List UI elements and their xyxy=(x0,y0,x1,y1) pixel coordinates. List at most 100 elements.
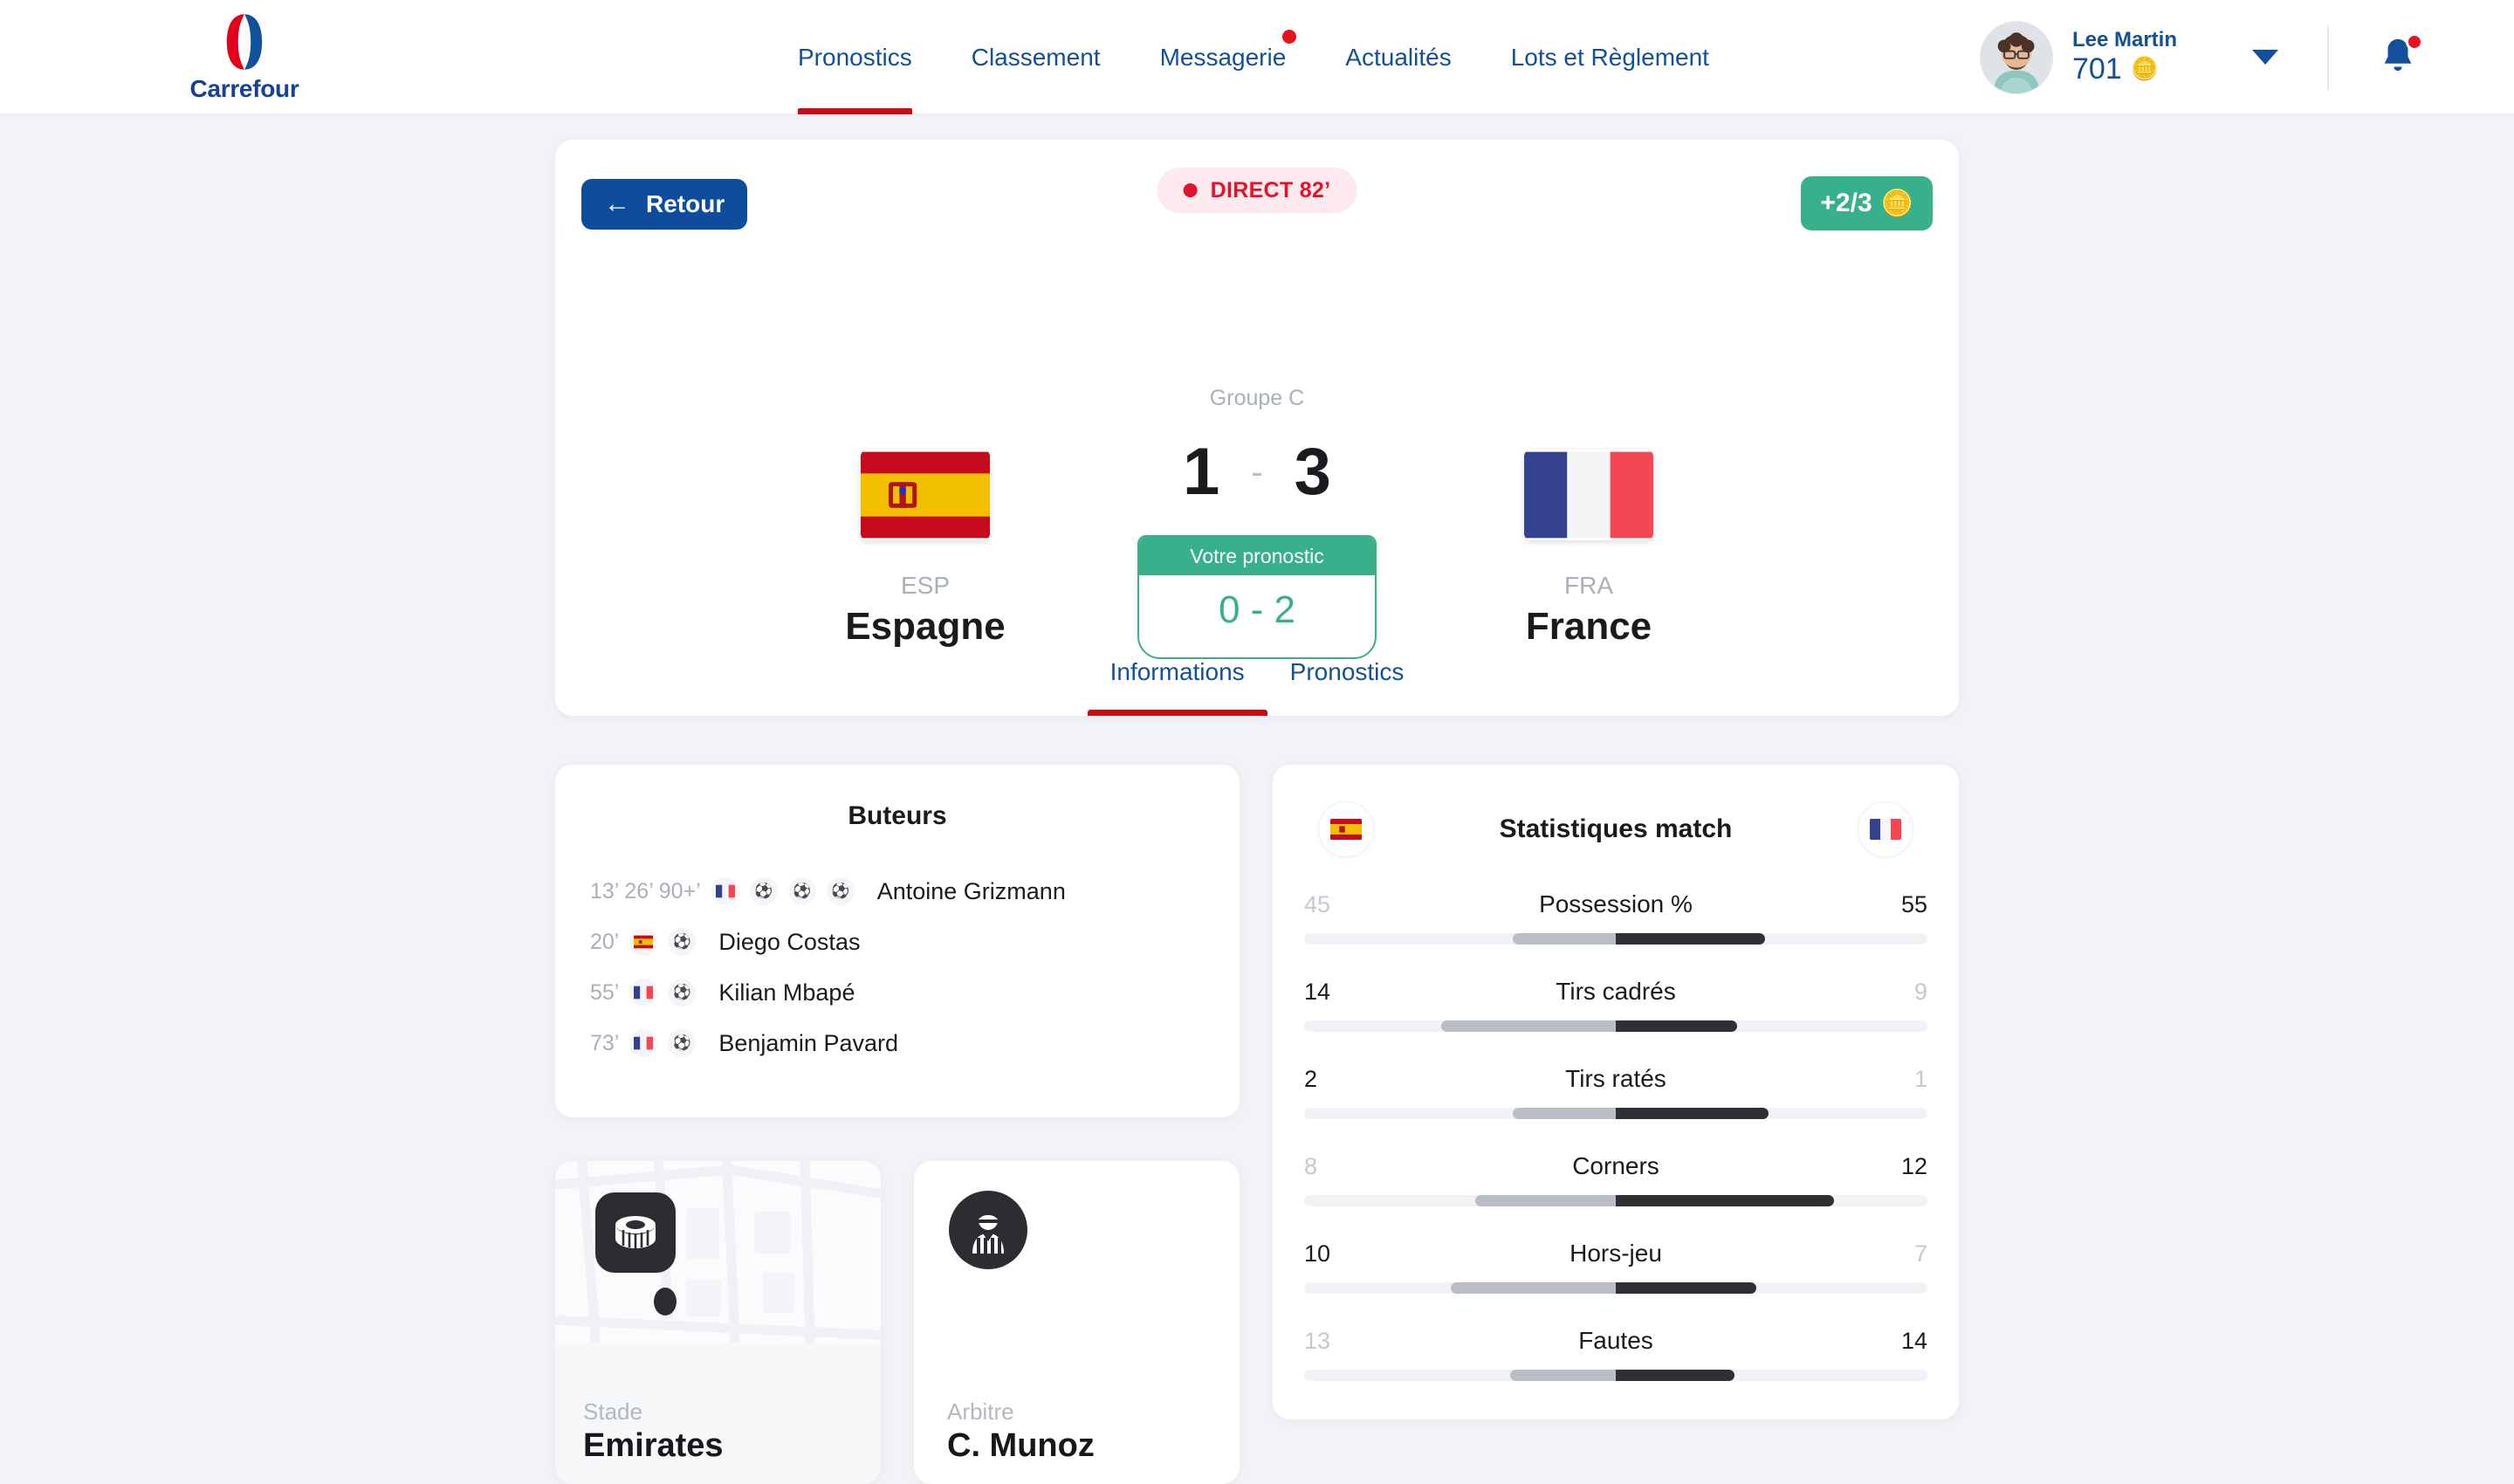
stat-bar-home xyxy=(1441,1020,1616,1032)
referee-name: C. Munoz xyxy=(947,1427,1095,1464)
teams-row: ESP Espagne 1 - 3 Votre pronostic 0 - 2 xyxy=(555,439,1959,659)
referee-text: Arbitre C. Munoz xyxy=(947,1398,1095,1465)
stat-bar xyxy=(1304,1370,1927,1381)
spain-flag-icon xyxy=(861,450,990,540)
list-item: 20’ ⚽ Diego Costas xyxy=(555,917,1240,967)
score-separator: - xyxy=(1251,452,1263,491)
reward-badge-label: +2/3 xyxy=(1820,189,1872,217)
home-team: ESP Espagne xyxy=(725,450,1126,649)
nav-label: Actualités xyxy=(1345,43,1452,71)
stat-away-value: 55 xyxy=(1900,891,1927,917)
avatar xyxy=(1979,20,2053,94)
score-column: 1 - 3 Votre pronostic 0 - 2 xyxy=(1126,439,1388,659)
stats-title: Statistiques match xyxy=(1499,814,1733,843)
carrefour-logo[interactable]: Carrefour xyxy=(175,10,314,103)
away-team-code: FRA xyxy=(1564,572,1613,599)
goal-ball-icon: ⚽ xyxy=(668,928,697,956)
carrefour-wordmark: Carrefour xyxy=(189,75,299,102)
stat-bar-away xyxy=(1616,1108,1769,1119)
stat-row: 45 Possession % 55 xyxy=(1304,890,1927,945)
scorers-title: Buteurs xyxy=(848,801,947,830)
stat-label: Tirs cadrés xyxy=(1556,978,1676,1005)
stat-bar xyxy=(1304,1282,1927,1294)
right-column: Statistiques match 45 Possession % 55 14… xyxy=(1273,765,1959,1419)
reward-badge[interactable]: +2/3 🪙 xyxy=(1801,176,1933,230)
stat-row: 13 Fautes 14 xyxy=(1304,1327,1927,1381)
nav-label: Pronostics xyxy=(798,43,912,71)
stat-bar xyxy=(1304,933,1927,945)
score-row: 1 - 3 xyxy=(1183,439,1331,505)
stat-label: Corners xyxy=(1572,1152,1659,1179)
stat-bar xyxy=(1304,1108,1927,1119)
nav-item-pronostics[interactable]: Pronostics xyxy=(768,0,942,114)
top-header: Carrefour Pronostics Classement Messager… xyxy=(0,0,2514,114)
stat-bar-home xyxy=(1450,1282,1616,1294)
nav-item-lots-et-reglement[interactable]: Lots et Règlement xyxy=(1481,0,1739,114)
france-flag-icon xyxy=(1524,450,1653,540)
stat-away-value: 9 xyxy=(1913,979,1927,1005)
scorer-name: Benjamin Pavard xyxy=(718,1029,898,1056)
scorer-minutes: 13’ 26’ 90+’ xyxy=(590,878,701,903)
stat-home-value: 13 xyxy=(1304,1328,1331,1354)
nav-label: Messagerie xyxy=(1159,43,1287,71)
stat-home-value: 8 xyxy=(1304,1153,1318,1179)
referee-label: Arbitre xyxy=(947,1398,1014,1425)
user-points-value: 701 xyxy=(2071,52,2122,86)
info-cards-row: Stade Emirates Arbitre C. Munoz xyxy=(555,1161,1240,1484)
spain-flag-icon xyxy=(629,928,658,956)
left-column: Buteurs 13’ 26’ 90+’ ⚽ ⚽ ⚽ Antoine Grizm… xyxy=(555,765,1240,1484)
france-flag-icon xyxy=(629,979,658,1007)
match-header-card: ← Retour DIRECT 82’ Groupe C +2/3 🪙 ESP … xyxy=(555,140,1959,716)
user-menu[interactable]: Lee Martin 701 🪙 xyxy=(1979,20,2177,94)
stat-row: 8 Corners 12 xyxy=(1304,1152,1927,1206)
user-area: Lee Martin 701 🪙 xyxy=(1979,0,2423,114)
list-item: 55’ ⚽ Kilian Mbapé xyxy=(555,967,1240,1018)
referee-card[interactable]: Arbitre C. Munoz xyxy=(914,1161,1240,1484)
goal-ball-icon: ⚽ xyxy=(749,877,778,905)
home-team-code: ESP xyxy=(900,572,951,599)
france-flag-icon xyxy=(1858,801,1913,857)
venue-card[interactable]: Stade Emirates xyxy=(555,1161,881,1484)
user-info: Lee Martin 701 🪙 xyxy=(2071,28,2177,86)
goal-ball-icon: ⚽ xyxy=(826,877,855,905)
scorer-minutes: 73’ xyxy=(590,1030,620,1055)
nav-item-classement[interactable]: Classement xyxy=(942,0,1130,114)
nav-label: Classement xyxy=(971,43,1101,71)
venue-text: Stade Emirates xyxy=(583,1398,724,1465)
back-button-label: Retour xyxy=(646,190,725,217)
stat-label: Hors-jeu xyxy=(1570,1240,1662,1267)
chevron-down-icon[interactable] xyxy=(2252,50,2278,65)
user-name: Lee Martin xyxy=(2071,28,2177,52)
list-item: 73’ ⚽ Benjamin Pavard xyxy=(555,1018,1240,1068)
goal-ball-icon: ⚽ xyxy=(787,877,816,905)
scorer-minutes: 55’ xyxy=(590,979,620,1005)
home-score: 1 xyxy=(1183,435,1220,509)
arrow-left-icon: ← xyxy=(604,189,630,218)
venue-label: Stade xyxy=(583,1398,642,1425)
nav-item-messagerie[interactable]: Messagerie xyxy=(1130,0,1316,114)
tab-label: Pronostics xyxy=(1289,658,1405,685)
nav-item-actualites[interactable]: Actualités xyxy=(1315,0,1480,114)
stat-row: 2 Tirs ratés 1 xyxy=(1304,1065,1927,1119)
stats-header: Statistiques match xyxy=(1304,801,1927,857)
tab-pronostics[interactable]: Pronostics xyxy=(1267,629,1427,716)
away-team: FRA France xyxy=(1388,450,1789,649)
coins-icon: 🪙 xyxy=(1880,189,1913,218)
avatar-photo-icon xyxy=(1980,21,2052,93)
live-dot-icon xyxy=(1183,183,1198,197)
stat-home-value: 14 xyxy=(1304,979,1331,1005)
stat-home-value: 10 xyxy=(1304,1240,1331,1267)
scorer-name: Kilian Mbapé xyxy=(718,979,855,1006)
notifications-button[interactable] xyxy=(2378,32,2423,80)
notification-badge-icon xyxy=(2406,32,2423,51)
back-button[interactable]: ← Retour xyxy=(581,179,748,230)
scorer-minutes: 20’ xyxy=(590,929,620,954)
goal-ball-icon: ⚽ xyxy=(668,1029,697,1057)
stat-home-value: 2 xyxy=(1304,1066,1318,1092)
nav-label: Lots et Règlement xyxy=(1510,43,1709,71)
stat-bar-away xyxy=(1616,933,1766,945)
tab-informations[interactable]: Informations xyxy=(1087,629,1267,716)
stat-row: 10 Hors-jeu 7 xyxy=(1304,1240,1927,1294)
list-item: 13’ 26’ 90+’ ⚽ ⚽ ⚽ Antoine Grizmann xyxy=(555,866,1240,917)
referee-icon xyxy=(949,1191,1027,1269)
